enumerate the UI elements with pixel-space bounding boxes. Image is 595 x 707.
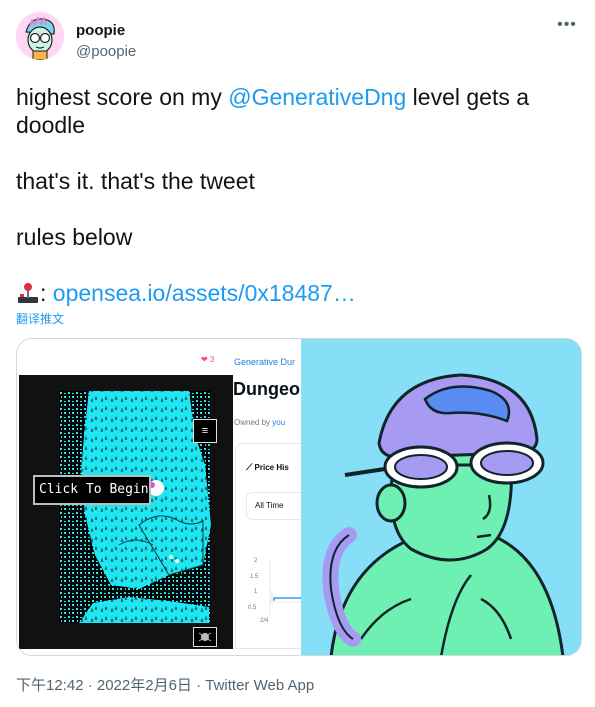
tweet-text-segment: highest score on my: [16, 84, 229, 110]
like-count: 3: [209, 355, 215, 364]
owned-by: Owned by you: [234, 418, 285, 427]
translate-tweet-link[interactable]: 翻译推文: [16, 310, 64, 327]
game-viewport: Click To Begin ≡: [19, 375, 233, 649]
tweet-text: highest score on my @GenerativeDng level…: [16, 83, 579, 307]
tweet-timestamp[interactable]: 下午12:42 · 2022年2月6日 · Twitter Web App: [16, 674, 314, 695]
display-name[interactable]: poopie: [76, 22, 125, 39]
more-options-icon[interactable]: •••: [555, 17, 579, 36]
user-handle[interactable]: @poopie: [76, 43, 136, 60]
price-history-label: Price His: [254, 463, 289, 472]
bug-icon: [193, 627, 217, 647]
owner-name: you: [272, 418, 286, 427]
likes: ❤ 3: [201, 355, 215, 364]
x-tick: 2/4: [260, 618, 269, 624]
menu-icon: ≡: [193, 419, 217, 443]
collection-name: Generative Dur: [234, 357, 296, 367]
joystick-icon: [16, 282, 40, 304]
asset-title: Dungeo: [233, 379, 300, 399]
tweet-line-1: highest score on my @GenerativeDng level…: [16, 83, 579, 139]
owned-by-prefix: Owned by: [234, 418, 273, 427]
dungeon-map: [19, 375, 233, 649]
tweet-header: poopie @poopie •••: [16, 12, 579, 68]
opensea-link[interactable]: opensea.io/assets/0x18487…: [53, 280, 356, 306]
click-to-begin-button: Click To Begin: [33, 475, 151, 505]
opensea-screenshot: ❤ 3 Generative Dur Dungeo Owned by you ⟋…: [17, 339, 315, 655]
price-history-title: ⟋ Price His: [246, 462, 289, 473]
y-tick: 2: [254, 558, 258, 564]
range-select: All Time: [246, 492, 306, 520]
tweet-line-3: rules below: [16, 224, 133, 250]
y-tick: 0.5: [248, 605, 257, 611]
tweet-text-segment: :: [40, 280, 53, 306]
character-illustration: [301, 339, 581, 655]
tweet-media[interactable]: ❤ 3 Generative Dur Dungeo Owned by you ⟋…: [16, 338, 582, 656]
tweet-line-4: : opensea.io/assets/0x18487…: [16, 279, 579, 307]
y-tick: 1.5: [250, 574, 259, 580]
trend-icon: ⟋: [246, 462, 253, 472]
avatar-image: [16, 12, 64, 60]
mention-link[interactable]: @GenerativeDng: [228, 84, 406, 110]
doodle-artwork: [301, 339, 581, 655]
avatar[interactable]: [16, 12, 64, 60]
y-tick: 1: [254, 589, 258, 595]
tweet-line-2: that's it. that's the tweet: [16, 168, 255, 194]
